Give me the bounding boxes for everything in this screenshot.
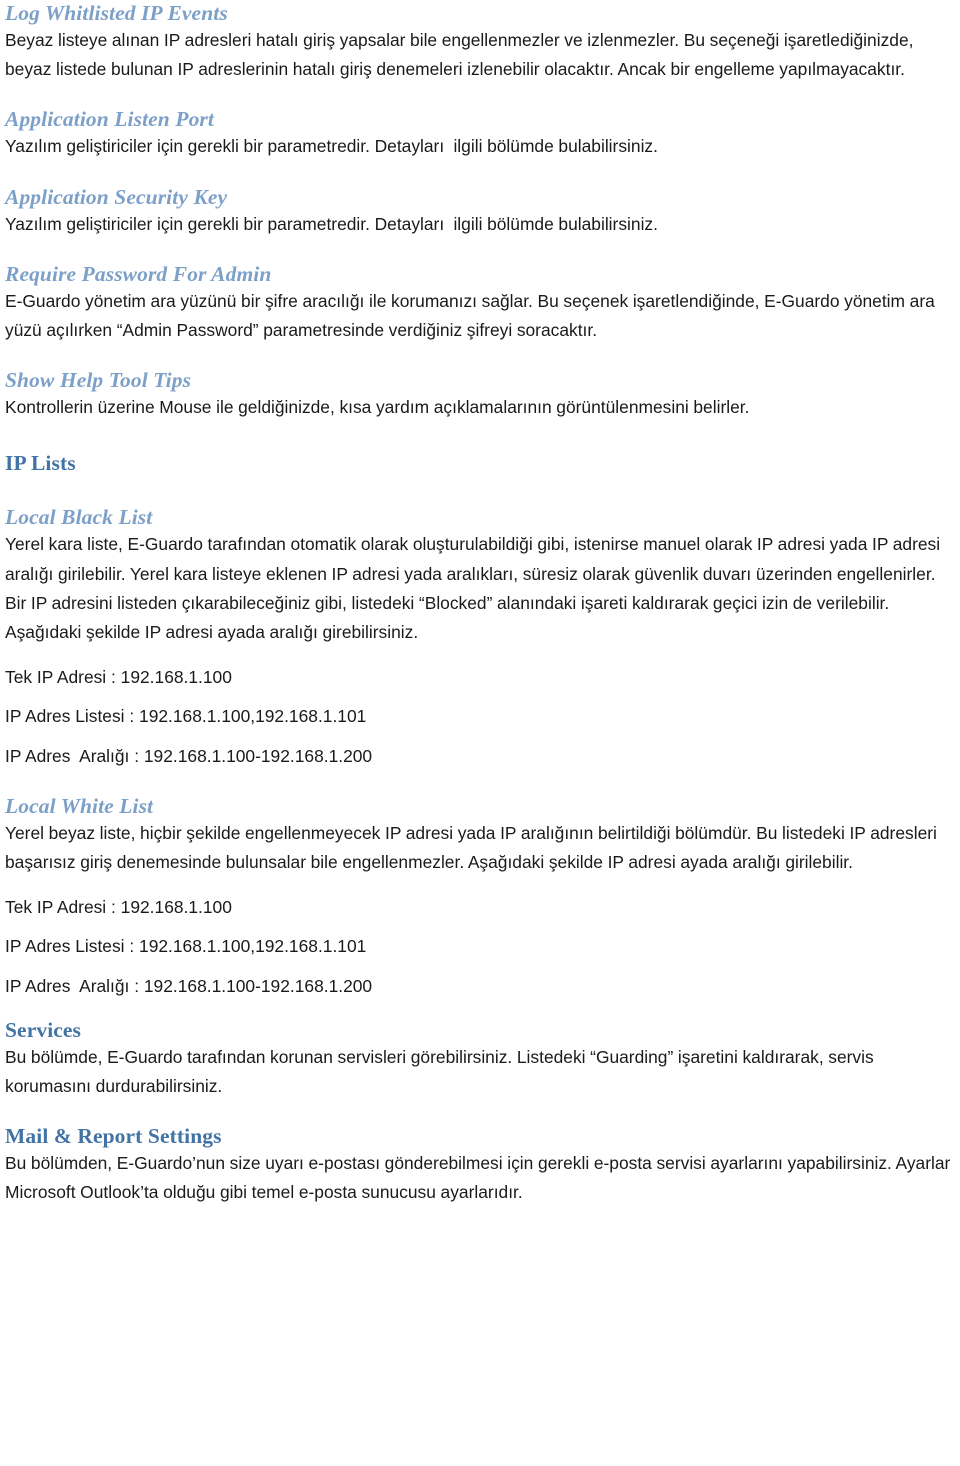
section-local-white-list: Local White List Yerel beyaz liste, hiçb… [5,793,955,1001]
section-heading: Local White List [5,793,154,818]
section-heading: Application Security Key [5,184,228,209]
section-paragraph: Yazılım geliştiriciler için gerekli bir … [5,136,658,157]
section-paragraph: Yerel kara liste, E-Guardo tarafından ot… [5,534,945,643]
section-paragraph: Yerel beyaz liste, hiçbir şekilde engell… [5,822,942,873]
section-paragraph: E-Guardo yönetim ara yüzünü bir şifre ar… [5,290,940,341]
section-heading: Log Whitlisted IP Events [5,1,228,25]
example-ip-range: IP Adres Aralığı : 192.168.1.100-192.168… [5,745,373,766]
section-heading: Application Listen Port [5,107,214,132]
section-heading: Mail & Report Settings [5,1124,222,1149]
section-local-black-list: Local Black List Yerel kara liste, E-Gua… [5,504,955,770]
example-ip-list: IP Adres Listesi : 192.168.1.100,192.168… [5,936,367,957]
section-heading: Show Help Tool Tips [5,368,192,393]
section-paragraph: Bu bölümden, E-Guardo’nun size uyarı e-p… [5,1153,955,1203]
section-log-whitlisted-ip-events: Log Whitlisted IP Events Beyaz listeye a… [5,0,955,84]
section-paragraph: Beyaz listeye alınan IP adresleri hatalı… [5,30,919,80]
section-services: Services Bu bölümde, E-Guardo tarafından… [5,1017,955,1101]
section-heading: Require Password For Admin [5,261,272,286]
document-page: Log Whitlisted IP Events Beyaz listeye a… [0,0,960,1466]
section-paragraph: Bu bölümde, E-Guardo tarafından korunan … [5,1046,879,1097]
section-heading: Services [5,1017,82,1042]
section-paragraph: Kontrollerin üzerine Mouse ile geldiğini… [5,397,750,418]
section-require-password-for-admin: Require Password For Admin E-Guardo yöne… [5,261,955,345]
section-paragraph: Yazılım geliştiriciler için gerekli bir … [5,213,658,234]
section-mail-report-settings: Mail & Report Settings Bu bölümden, E-Gu… [5,1123,955,1207]
example-ip-list: IP Adres Listesi : 192.168.1.100,192.168… [5,706,367,727]
section-ip-lists: IP Lists [5,450,955,476]
section-application-listen-port: Application Listen Port Yazılım geliştir… [5,106,955,161]
example-single-ip: Tek IP Adresi : 192.168.1.100 [5,897,232,918]
section-heading: Local Black List [5,505,153,530]
section-show-help-tool-tips: Show Help Tool Tips Kontrollerin üzerine… [5,367,955,422]
section-heading: IP Lists [5,451,76,476]
example-single-ip: Tek IP Adresi : 192.168.1.100 [5,667,232,688]
section-application-security-key: Application Security Key Yazılım gelişti… [5,184,955,239]
example-ip-range: IP Adres Aralığı : 192.168.1.100-192.168… [5,975,373,996]
